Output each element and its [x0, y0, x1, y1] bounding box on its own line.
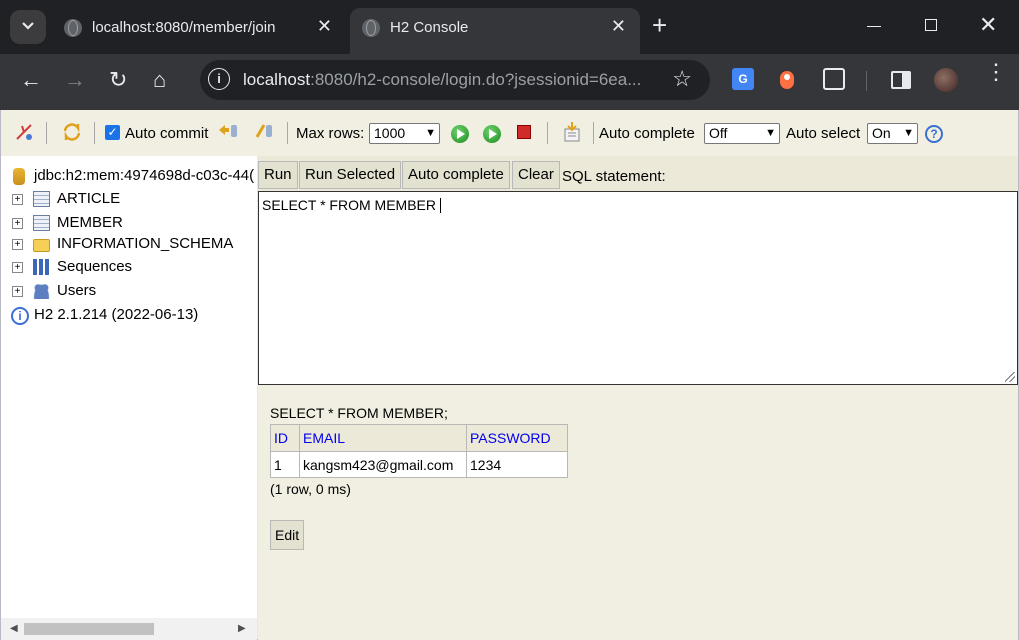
back-icon[interactable]: ←: [20, 68, 42, 92]
text-caret: [440, 198, 441, 213]
sql-text: SELECT * FROM MEMBER: [262, 197, 436, 213]
expand-icon[interactable]: +: [12, 194, 23, 205]
run-selected-button[interactable]: Run Selected: [299, 161, 402, 189]
resize-grip-icon[interactable]: [1005, 372, 1015, 382]
expand-icon[interactable]: +: [12, 218, 23, 229]
reload-icon[interactable]: ↻: [109, 68, 127, 92]
horizontal-scrollbar[interactable]: ◀ ▶: [1, 618, 257, 640]
table-cell: 1234: [466, 451, 568, 478]
run-icon[interactable]: [451, 125, 469, 143]
close-icon[interactable]: ✕: [317, 16, 332, 37]
folder-icon: [33, 239, 50, 252]
result-panel: SELECT * FROM MEMBER; ID EMAIL PASSWORD …: [258, 385, 1018, 640]
page-content: ✓ Auto commit Max rows: 1000 ▼ Auto compl…: [0, 110, 1019, 640]
chevron-down-icon: ▼: [425, 127, 436, 139]
site-info-icon[interactable]: i: [208, 68, 230, 90]
info-icon: i: [11, 307, 29, 325]
column-header-email[interactable]: EMAIL: [299, 424, 467, 452]
forward-icon[interactable]: →: [64, 68, 86, 92]
max-rows-label: Max rows:: [296, 125, 365, 142]
close-icon[interactable]: ✕: [611, 16, 626, 37]
tab-title: H2 Console: [390, 19, 469, 36]
minimize-icon[interactable]: [867, 26, 881, 27]
browser-tab-strip: localhost:8080/member/join ✕ H2 Console …: [0, 0, 1019, 54]
url-text[interactable]: localhost:8080/h2-console/login.do?jsess…: [243, 70, 641, 90]
auto-complete-label: Auto complete: [599, 125, 695, 142]
sequences-icon: [33, 259, 50, 275]
table-row: 1 kangsm423@gmail.com 1234: [270, 451, 568, 478]
window-close-icon[interactable]: ✕: [979, 12, 997, 38]
toolbar-separator: [46, 122, 47, 144]
scroll-right-icon[interactable]: ▶: [238, 623, 246, 634]
maximize-icon[interactable]: [925, 19, 937, 31]
result-query: SELECT * FROM MEMBER;: [270, 405, 448, 421]
connection-item[interactable]: jdbc:h2:mem:4974698d-c03c-44(: [1, 167, 257, 187]
disconnect-icon[interactable]: [14, 122, 34, 142]
edit-button[interactable]: Edit: [270, 520, 305, 550]
table-header-row: ID EMAIL PASSWORD: [270, 424, 568, 452]
h2-toolbar: ✓ Auto commit Max rows: 1000 ▼ Auto compl…: [1, 110, 1018, 156]
expand-icon[interactable]: +: [12, 239, 23, 250]
auto-select-label: Auto select: [786, 125, 861, 142]
connection-url: jdbc:h2:mem:4974698d-c03c-44(: [34, 167, 255, 184]
table-cell: kangsm423@gmail.com: [299, 451, 467, 478]
toolbar-separator: [94, 122, 95, 144]
expand-icon[interactable]: +: [12, 286, 23, 297]
scroll-left-icon[interactable]: ◀: [10, 623, 18, 634]
table-icon: [33, 215, 50, 231]
toolbar-separator: [593, 122, 594, 144]
globe-icon: [362, 19, 380, 37]
toolbar-separator: [547, 122, 548, 144]
result-table: ID EMAIL PASSWORD 1 kangsm423@gmail.com …: [270, 424, 568, 478]
auto-select-select[interactable]: On ▼: [867, 123, 918, 144]
browser-toolbar: ← → ↻ ⌂ i localhost:8080/h2-console/logi…: [0, 54, 1019, 110]
extension-dot-icon[interactable]: [780, 71, 794, 89]
expand-icon[interactable]: +: [12, 262, 23, 273]
avatar[interactable]: [934, 68, 958, 92]
sql-editor[interactable]: SELECT * FROM MEMBER: [258, 191, 1018, 385]
toolbar-separator: [287, 122, 288, 144]
bookmark-star-icon[interactable]: ☆: [672, 66, 692, 92]
toolbar-divider: [866, 71, 867, 91]
auto-commit-checkbox[interactable]: ✓: [105, 125, 120, 140]
users-icon: [33, 283, 50, 299]
auto-commit-label: Auto commit: [125, 125, 209, 142]
help-icon[interactable]: ?: [925, 125, 943, 143]
tab-title: localhost:8080/member/join: [92, 19, 276, 36]
chevron-down-icon: [22, 22, 34, 30]
refresh-icon[interactable]: [61, 121, 83, 143]
scrollbar-thumb[interactable]: [24, 623, 154, 635]
rollback-icon[interactable]: [217, 122, 239, 140]
column-header-id[interactable]: ID: [270, 424, 300, 452]
auto-complete-button[interactable]: Auto complete: [402, 161, 510, 189]
schema-tree-panel: jdbc:h2:mem:4974698d-c03c-44( + ARTICLE …: [1, 156, 257, 640]
result-summary: (1 row, 0 ms): [270, 481, 351, 497]
sql-statement-label: SQL statement:: [562, 168, 666, 185]
auto-complete-select[interactable]: Off ▼: [704, 123, 780, 144]
tab-member-join[interactable]: localhost:8080/member/join ✕: [52, 8, 346, 54]
home-icon[interactable]: ⌂: [153, 68, 166, 92]
globe-icon: [64, 19, 82, 37]
table-cell: 1: [270, 451, 300, 478]
address-bar[interactable]: i localhost:8080/h2-console/login.do?jse…: [200, 60, 710, 100]
run-button[interactable]: Run: [258, 161, 298, 189]
menu-kebab-icon[interactable]: ⋮: [985, 61, 1007, 83]
translate-icon[interactable]: G: [732, 68, 754, 90]
new-tab-button[interactable]: +: [652, 12, 667, 38]
history-icon[interactable]: [562, 121, 582, 143]
puzzle-icon[interactable]: [823, 68, 845, 90]
commit-icon[interactable]: [254, 122, 276, 140]
chevron-down-icon: ▼: [903, 127, 914, 139]
stop-icon[interactable]: [517, 125, 531, 139]
column-header-password[interactable]: PASSWORD: [466, 424, 568, 452]
database-icon: [13, 168, 25, 185]
clear-button[interactable]: Clear: [512, 161, 560, 189]
table-icon: [33, 191, 50, 207]
run-step-icon[interactable]: [483, 125, 501, 143]
max-rows-select[interactable]: 1000 ▼: [369, 123, 440, 144]
tab-h2-console[interactable]: H2 Console ✕: [350, 8, 640, 54]
side-panel-icon[interactable]: [891, 71, 911, 89]
tab-search-button[interactable]: [10, 10, 46, 44]
chevron-down-icon: ▼: [765, 127, 776, 139]
